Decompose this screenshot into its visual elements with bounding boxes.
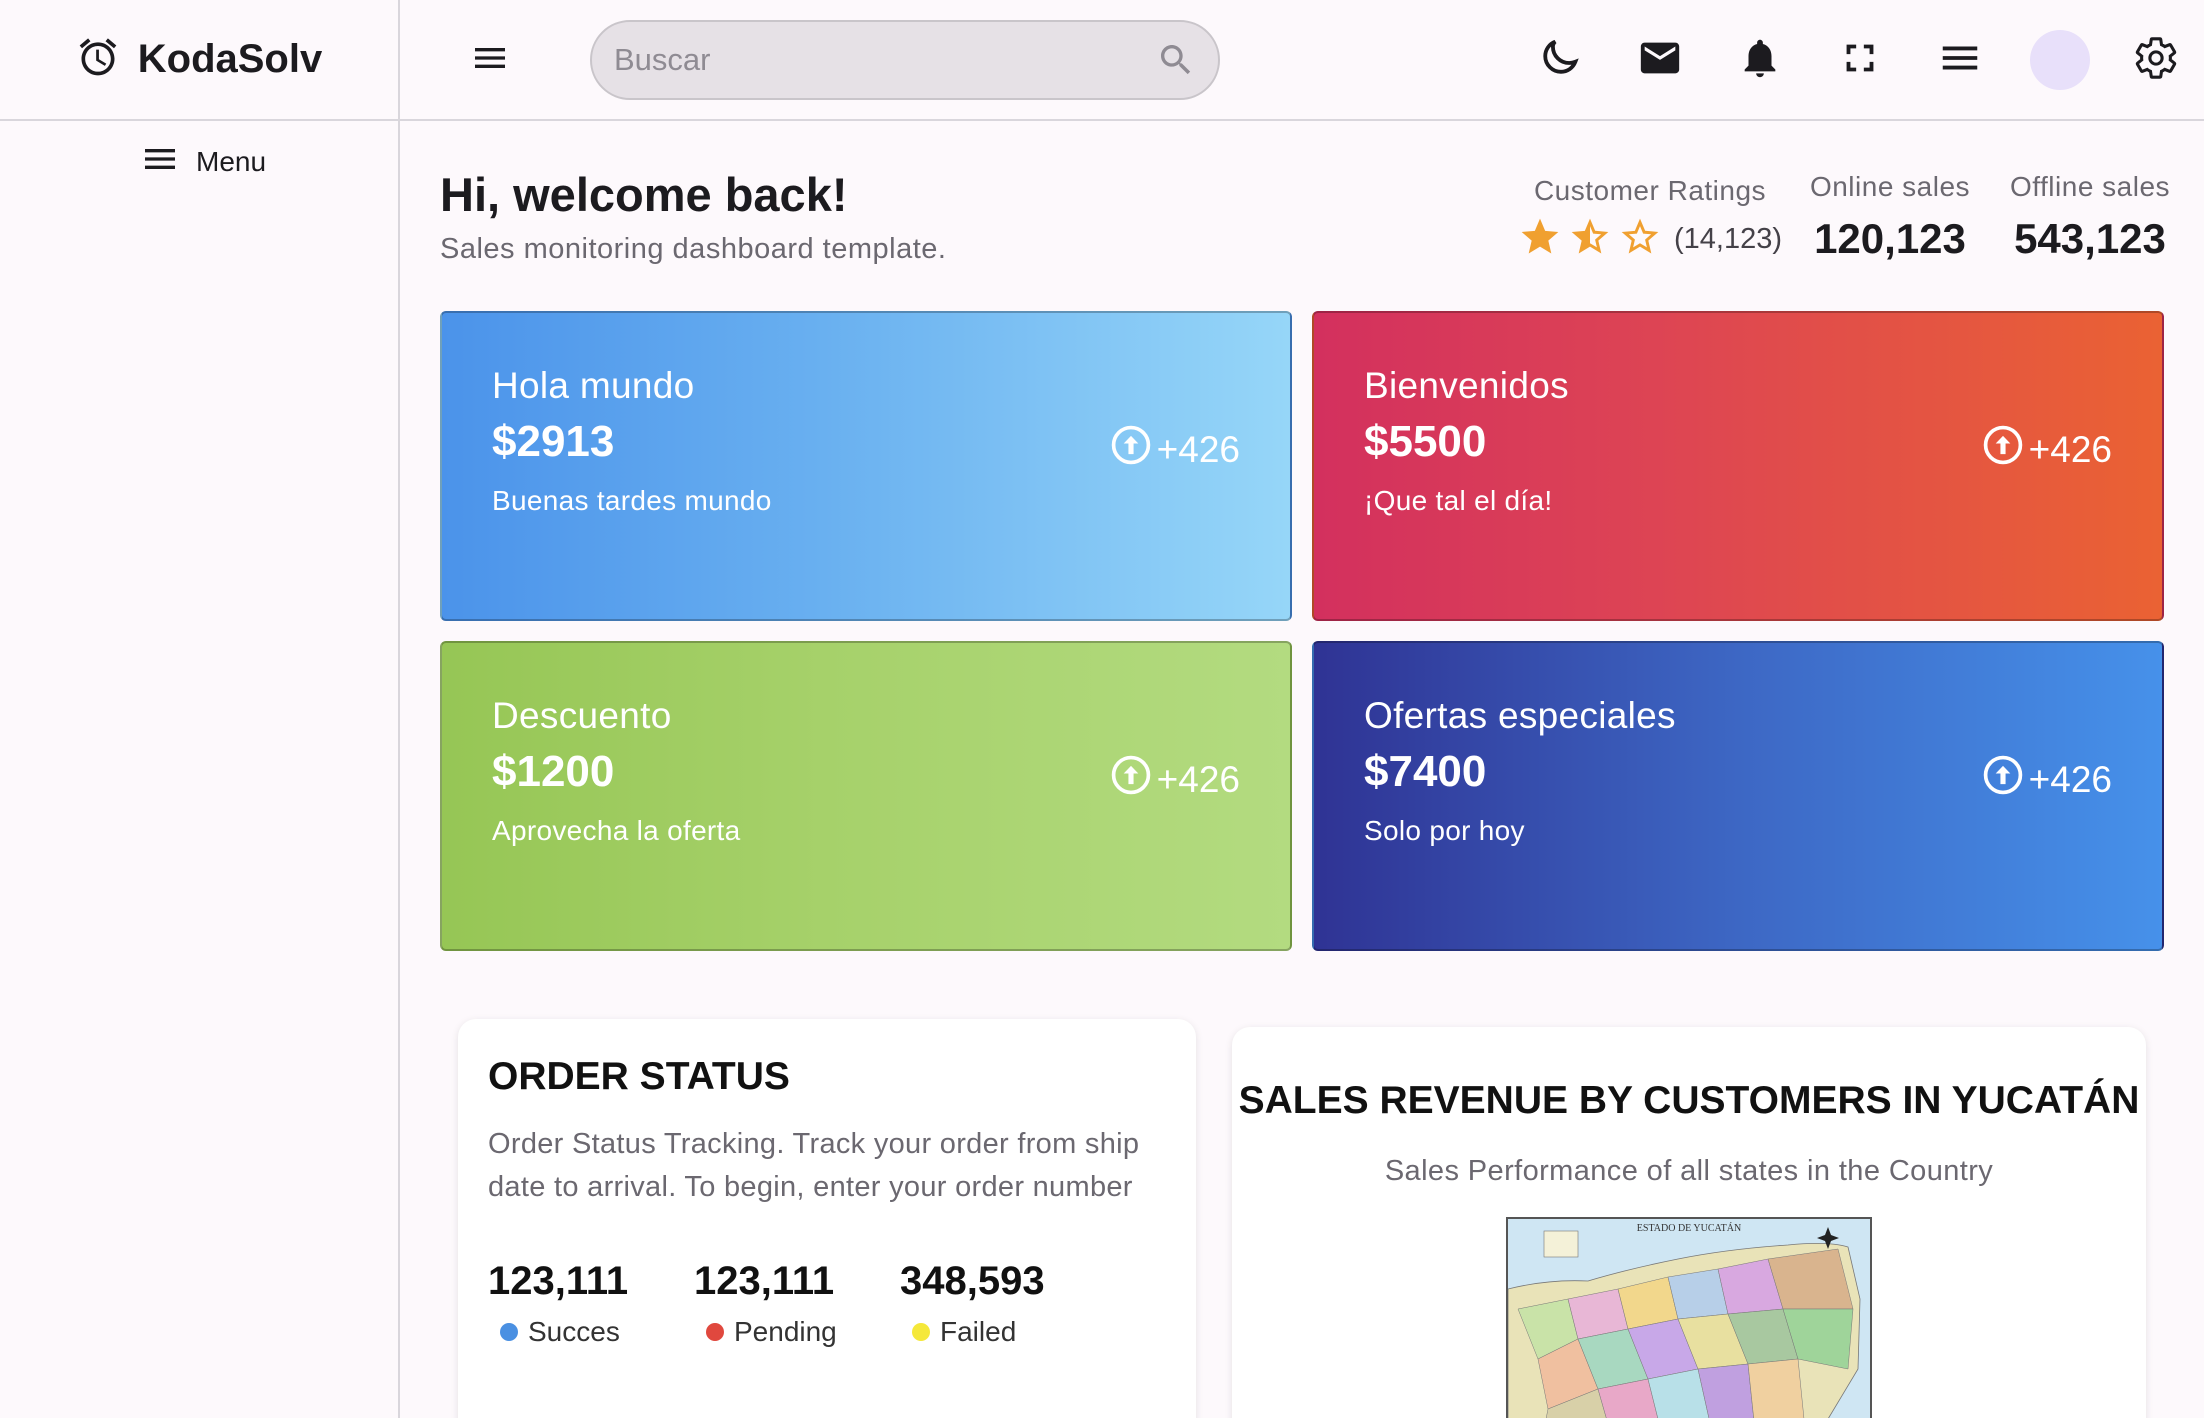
sales-revenue-subtitle: Sales Performance of all states in the C… (1384, 1155, 1994, 1187)
notifications-button[interactable] (1730, 30, 1790, 90)
star-empty-icon (1618, 215, 1662, 264)
order-status-panel: ORDER STATUS Order Status Tracking. Trac… (458, 1019, 1196, 1418)
summary-card[interactable]: Ofertas especiales $7400 Solo por hoy +4… (1312, 641, 2164, 951)
card-delta: +426 (1109, 753, 1240, 806)
mail-button[interactable] (1630, 30, 1690, 90)
card-delta-value: +426 (1156, 428, 1240, 470)
menu-toggle-button[interactable] (466, 36, 514, 84)
card-amount: $1200 (492, 747, 615, 796)
customer-ratings: Customer Ratings (14,123) (1510, 175, 1790, 264)
notifications-icon (1737, 35, 1783, 86)
order-status-description: Order Status Tracking. Track your order … (488, 1128, 1140, 1203)
card-subtitle: Aprovecha la oferta (492, 815, 741, 846)
card-delta-value: +426 (2028, 428, 2112, 470)
ratings-count: (14,123) (1673, 223, 1782, 255)
arrow-up-circle-icon (1109, 753, 1153, 806)
card-amount: $5500 (1364, 417, 1487, 466)
metric-label-row: Pending (706, 1316, 900, 1348)
metric-value: 123,111 (694, 1259, 835, 1303)
top-app-bar: KodaSolv (0, 0, 2204, 121)
card-delta-value: +426 (2028, 758, 2112, 800)
card-delta: +426 (1981, 423, 2112, 476)
card-title: Ofertas especiales (1364, 695, 1676, 736)
mail-icon (1637, 35, 1683, 86)
map-title: ESTADO DE YUCATÁN (1636, 1223, 1742, 1234)
search-icon[interactable] (1154, 38, 1198, 82)
dark-mode-icon (1537, 35, 1583, 86)
status-dot (706, 1323, 724, 1341)
status-dot (912, 1323, 930, 1341)
list-button[interactable] (1930, 30, 1990, 90)
page-subtitle: Sales monitoring dashboard template. (440, 233, 947, 265)
metric-label-row: Succes (500, 1316, 694, 1348)
order-metric-failed: 348,593 Failed (900, 1259, 1106, 1348)
alarm-clock-icon (76, 35, 120, 84)
fullscreen-button[interactable] (1830, 30, 1890, 90)
metric-value: 348,593 (900, 1259, 1045, 1303)
ratings-label: Customer Ratings (1533, 175, 1767, 206)
yucatan-map-graphic (1508, 1219, 1870, 1418)
metric-label: Succes (528, 1316, 620, 1347)
card-delta: +426 (1981, 753, 2112, 806)
metric-label-row: Failed (912, 1316, 1106, 1348)
status-dot (500, 1323, 518, 1341)
card-amount: $7400 (1364, 747, 1487, 796)
summary-card[interactable]: Bienvenidos $5500 ¡Que tal el día! +426 (1312, 311, 2164, 621)
dashboard-app: KodaSolv Buscar Menu Hi, welcome back! S… (0, 0, 2204, 1418)
list-icon (1937, 35, 1983, 86)
order-metric-pending: 123,111 Pending (694, 1259, 900, 1348)
online-sales-label: Online sales (1809, 171, 1971, 202)
dark-mode-button[interactable] (1530, 30, 1590, 90)
offline-sales-stat: Offline sales 543,123 (2000, 171, 2180, 263)
metric-label: Pending (734, 1316, 837, 1347)
card-delta-value: +426 (1156, 758, 1240, 800)
card-delta: +426 (1109, 423, 1240, 476)
card-subtitle: Buenas tardes mundo (492, 485, 772, 516)
settings-icon (2133, 35, 2179, 86)
main-content: Hi, welcome back! Sales monitoring dashb… (402, 121, 2204, 1418)
sidebar-menu-label: Menu (196, 145, 267, 177)
online-sales-stat: Online sales 120,123 (1800, 171, 1980, 263)
offline-sales-label: Offline sales (2009, 171, 2171, 202)
card-subtitle: ¡Que tal el día! (1364, 485, 1553, 516)
card-subtitle: Solo por hoy (1364, 815, 1525, 846)
summary-card[interactable]: Hola mundo $2913 Buenas tardes mundo +42… (440, 311, 1292, 621)
fullscreen-icon (1837, 35, 1883, 86)
yucatan-map[interactable]: ESTADO DE YUCATÁN (1506, 1217, 1872, 1418)
arrow-up-circle-icon (1981, 423, 2025, 476)
card-title: Hola mundo (492, 365, 695, 406)
card-title: Bienvenidos (1364, 365, 1569, 406)
avatar[interactable] (2030, 30, 2090, 90)
card-amount: $2913 (492, 417, 615, 466)
search-input[interactable] (614, 42, 1154, 78)
order-metrics: 123,111 Succes 123,111 Pending 348,593 F… (488, 1259, 1106, 1348)
brand-name: KodaSolv (137, 37, 323, 81)
sidebar-menu-button[interactable]: Menu (140, 139, 266, 184)
metric-value: 123,111 (488, 1259, 629, 1303)
arrow-up-circle-icon (1109, 423, 1153, 476)
order-status-title: ORDER STATUS (488, 1055, 790, 1098)
page-title: Hi, welcome back! (440, 168, 848, 221)
search-bar (590, 20, 1220, 100)
star-half-icon (1568, 215, 1612, 264)
online-sales-value: 120,123 (1814, 215, 1966, 262)
ratings-row: (14,123) (1510, 215, 1790, 264)
menu-icon (140, 139, 180, 184)
star-full-icon (1518, 215, 1562, 264)
sales-revenue-title: SALES REVENUE BY CUSTOMERS IN YUCATÁN (1238, 1079, 2140, 1122)
order-metric-success: 123,111 Succes (488, 1259, 694, 1348)
sidebar: Menu (0, 121, 400, 1418)
summary-card[interactable]: Descuento $1200 Aprovecha la oferta +426 (440, 641, 1292, 951)
settings-button[interactable] (2126, 30, 2186, 90)
brand[interactable]: KodaSolv (0, 0, 400, 119)
card-title: Descuento (492, 695, 672, 736)
sales-revenue-panel: SALES REVENUE BY CUSTOMERS IN YUCATÁN Sa… (1232, 1027, 2146, 1418)
menu-icon (470, 38, 510, 83)
top-actions (1530, 30, 2186, 90)
offline-sales-value: 543,123 (2014, 215, 2166, 262)
arrow-up-circle-icon (1981, 753, 2025, 806)
metric-label: Failed (940, 1316, 1017, 1347)
